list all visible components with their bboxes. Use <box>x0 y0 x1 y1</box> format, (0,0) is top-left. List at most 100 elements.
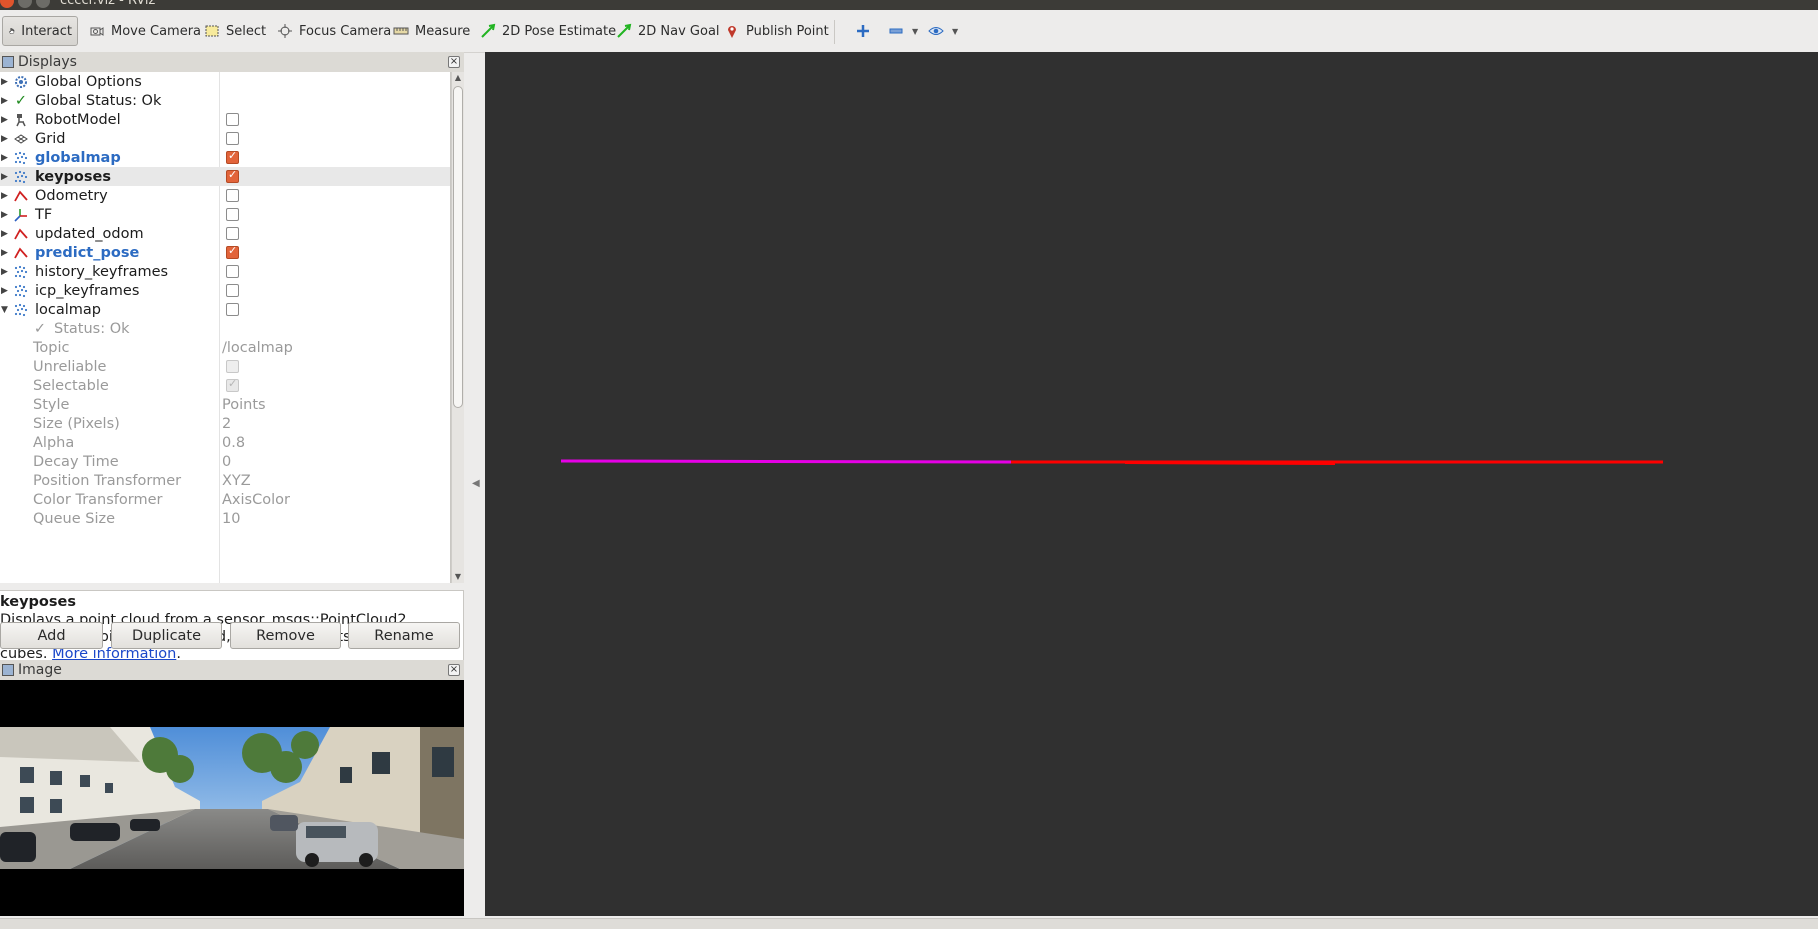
window-controls[interactable] <box>0 0 50 8</box>
expand-arrow-icon[interactable]: ▶ <box>1 248 8 258</box>
expand-arrow-icon[interactable]: ▶ <box>1 96 8 106</box>
tree-row-localmap[interactable]: ▼ localmap <box>0 300 450 319</box>
unreliable-checkbox[interactable] <box>226 360 239 373</box>
tree-scrollbar[interactable]: ▲ ▼ <box>451 72 464 583</box>
close-icon[interactable]: × <box>448 56 460 68</box>
display-enabled-checkbox[interactable] <box>226 303 239 316</box>
publish-point-tool-button[interactable]: Publish Point <box>719 16 834 46</box>
expand-arrow-icon[interactable]: ▶ <box>1 134 8 144</box>
point-cloud-icon <box>14 265 28 279</box>
scrollbar-thumb[interactable] <box>453 86 463 408</box>
expand-arrow-icon[interactable]: ▶ <box>1 172 8 182</box>
collapse-panel-icon[interactable]: ◀ <box>472 478 480 489</box>
display-enabled-checkbox[interactable] <box>226 132 239 145</box>
display-enabled-checkbox[interactable] <box>226 227 239 240</box>
measure-tool-button[interactable]: Measure <box>388 16 475 46</box>
selectable-checkbox[interactable] <box>226 377 239 392</box>
tree-row-global-options[interactable]: ▶ Global Options <box>0 72 450 91</box>
expand-arrow-icon[interactable]: ▶ <box>1 153 8 163</box>
property-row-decay-time[interactable]: Decay Time 0 <box>0 452 450 471</box>
rename-display-button[interactable]: Rename <box>348 622 460 649</box>
property-value[interactable]: Points <box>222 397 266 413</box>
tree-row-history-keyframes[interactable]: ▶ history_keyframes <box>0 262 450 281</box>
property-row-style[interactable]: Style Points <box>0 395 450 414</box>
tree-row-label: localmap <box>35 301 102 318</box>
property-row-topic[interactable]: Topic /localmap <box>0 338 450 357</box>
tree-row-global-status[interactable]: ▶ ✓ Global Status: Ok <box>0 91 450 110</box>
property-value[interactable]: 10 <box>222 511 240 527</box>
expand-arrow-icon[interactable]: ▶ <box>1 229 8 239</box>
property-value[interactable]: AxisColor <box>222 492 290 508</box>
map-pin-icon <box>728 26 736 38</box>
displays-tree[interactable]: ▶ Global Options ▶ ✓ Global Status: Ok ▶… <box>0 72 451 583</box>
property-row-size[interactable]: Size (Pixels) 2 <box>0 414 450 433</box>
add-tool-button[interactable] <box>850 16 876 46</box>
add-display-button[interactable]: Add <box>0 622 103 649</box>
property-row-selectable[interactable]: Selectable <box>0 376 450 395</box>
maximize-window-icon[interactable] <box>36 0 50 8</box>
expand-arrow-icon[interactable]: ▶ <box>1 210 8 220</box>
tree-row-robotmodel[interactable]: ▶ RobotModel <box>0 110 450 129</box>
expand-arrow-icon[interactable]: ▶ <box>1 267 8 277</box>
tree-row-grid[interactable]: ▶ Grid <box>0 129 450 148</box>
toolbar: Interact Move Camera Select Focus Camera… <box>0 10 1818 53</box>
display-enabled-checkbox[interactable] <box>226 208 239 221</box>
tree-row-label: predict_pose <box>35 244 140 261</box>
remove-tool-button[interactable]: ▼ <box>883 16 923 46</box>
nav-goal-tool-button[interactable]: 2D Nav Goal <box>611 16 725 46</box>
display-enabled-checkbox[interactable] <box>226 113 239 126</box>
camera-image-view[interactable] <box>0 680 464 916</box>
tree-row-keyposes[interactable]: ▶ keyposes <box>0 167 450 186</box>
interact-tool-button[interactable]: Interact <box>2 16 78 46</box>
expand-arrow-icon[interactable]: ▶ <box>1 77 8 87</box>
property-value[interactable]: 0 <box>222 454 231 470</box>
tree-row-label: Grid <box>35 130 66 147</box>
display-enabled-checkbox[interactable] <box>226 265 239 278</box>
property-row-alpha[interactable]: Alpha 0.8 <box>0 433 450 452</box>
expand-arrow-icon[interactable]: ▶ <box>1 286 8 296</box>
pose-estimate-tool-button[interactable]: 2D Pose Estimate <box>475 16 621 46</box>
scroll-up-icon[interactable]: ▲ <box>452 72 464 84</box>
tree-row-label: globalmap <box>35 149 121 166</box>
tree-row-globalmap[interactable]: ▶ globalmap <box>0 148 450 167</box>
point-cloud-render <box>560 459 1663 465</box>
scroll-down-icon[interactable]: ▼ <box>452 571 464 583</box>
display-enabled-checkbox[interactable] <box>226 284 239 297</box>
close-window-icon[interactable] <box>0 0 14 8</box>
focus-camera-tool-button[interactable]: Focus Camera <box>272 16 396 46</box>
remove-display-button[interactable]: Remove <box>230 622 341 649</box>
select-tool-button[interactable]: Select <box>199 16 271 46</box>
tree-row-predict-pose[interactable]: ▶ predict_pose <box>0 243 450 262</box>
expand-arrow-icon[interactable]: ▶ <box>1 115 8 125</box>
property-value[interactable]: 0.8 <box>222 435 245 451</box>
tree-row-updated-odom[interactable]: ▶ updated_odom <box>0 224 450 243</box>
property-row-position-transformer[interactable]: Position Transformer XYZ <box>0 471 450 490</box>
move-camera-icon <box>90 27 104 36</box>
property-value[interactable]: XYZ <box>222 473 251 489</box>
tree-row-tf[interactable]: ▶ TF <box>0 205 450 224</box>
ruler-icon <box>393 27 409 35</box>
property-row-unreliable[interactable]: Unreliable <box>0 357 450 376</box>
property-value[interactable]: 2 <box>222 416 231 432</box>
minimize-window-icon[interactable] <box>18 0 32 8</box>
tool-label: 2D Pose Estimate <box>502 23 617 39</box>
tree-row-odometry[interactable]: ▶ Odometry <box>0 186 450 205</box>
display-enabled-checkbox[interactable] <box>226 168 239 183</box>
property-value[interactable]: /localmap <box>222 340 293 356</box>
tree-row-icp-keyframes[interactable]: ▶ icp_keyframes <box>0 281 450 300</box>
view-options-button[interactable]: ▼ <box>923 16 963 46</box>
duplicate-display-button[interactable]: Duplicate <box>111 622 222 649</box>
property-row-queue-size[interactable]: Queue Size 10 <box>0 509 450 528</box>
move-camera-tool-button[interactable]: Move Camera <box>84 16 206 46</box>
display-enabled-checkbox[interactable] <box>226 149 239 164</box>
render-viewport-3d[interactable] <box>485 52 1818 916</box>
image-panel-title: Image <box>18 662 62 678</box>
close-icon[interactable]: × <box>448 664 460 676</box>
display-enabled-checkbox[interactable] <box>226 189 239 202</box>
expand-arrow-icon[interactable]: ▶ <box>1 191 8 201</box>
grid-icon <box>14 132 28 146</box>
display-enabled-checkbox[interactable] <box>226 244 239 259</box>
property-row-color-transformer[interactable]: Color Transformer AxisColor <box>0 490 450 509</box>
collapse-arrow-icon[interactable]: ▼ <box>1 305 8 315</box>
property-row-status[interactable]: ✓ Status: Ok <box>0 319 450 338</box>
